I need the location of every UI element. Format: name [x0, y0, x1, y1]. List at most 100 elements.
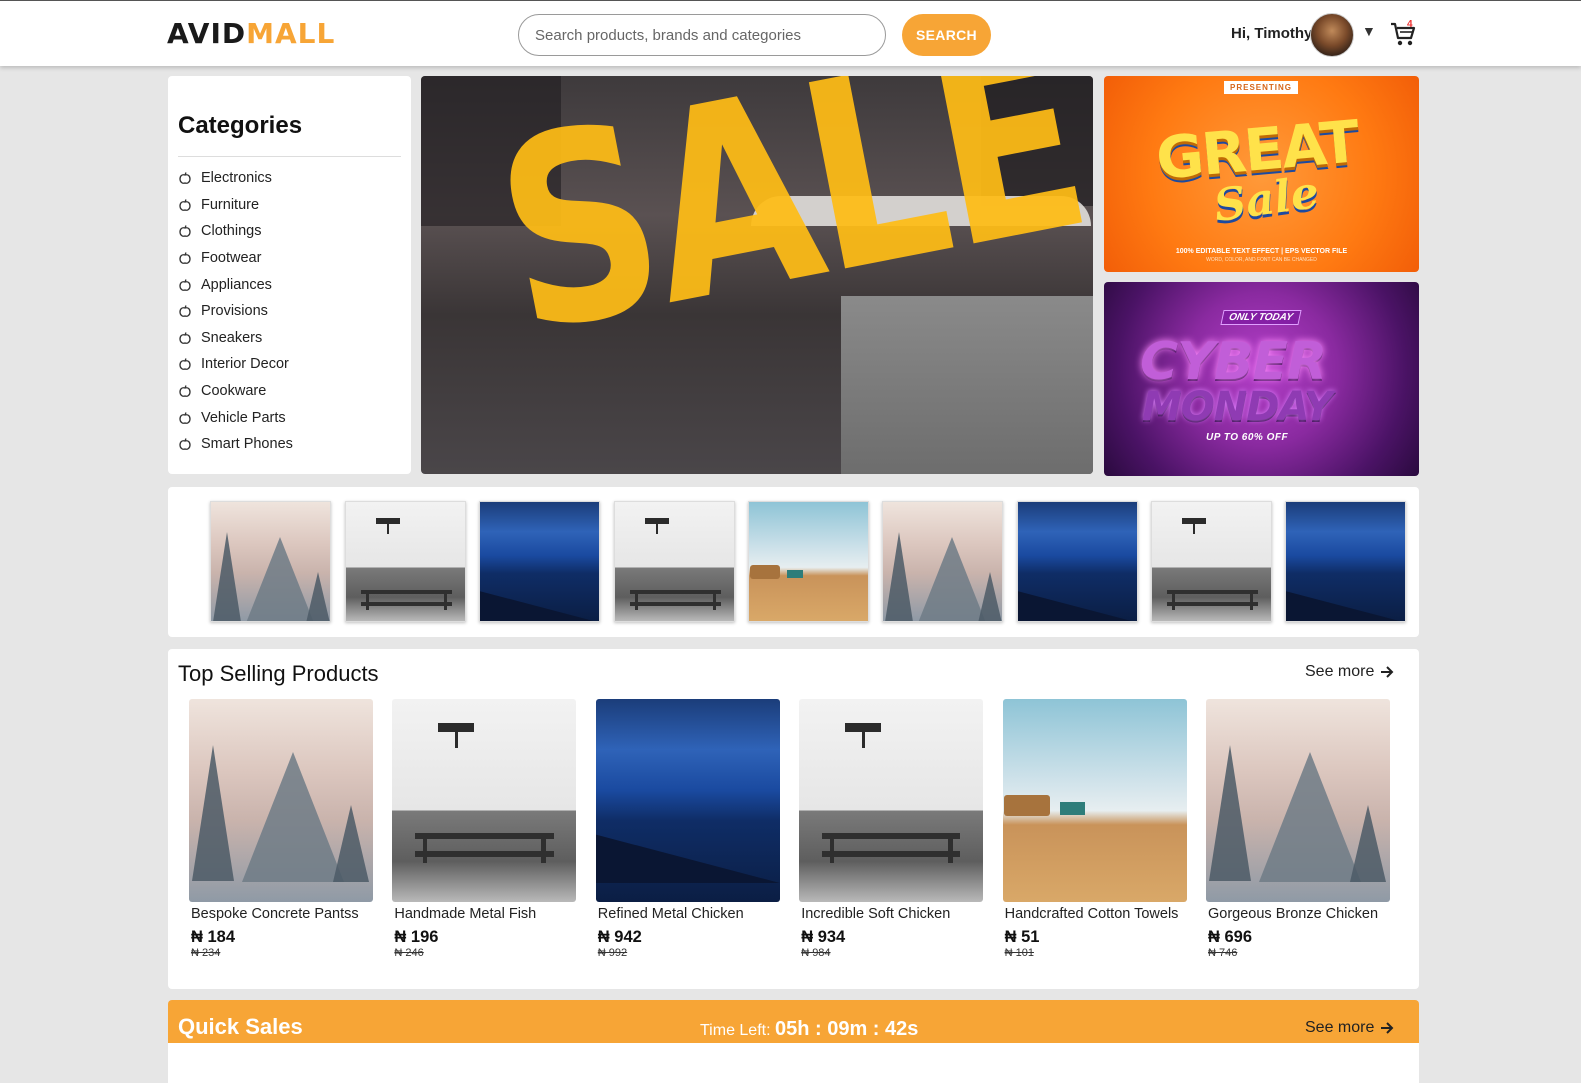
product-image[interactable] [1206, 699, 1390, 902]
category-label: Footwear [201, 250, 262, 267]
apple-icon [179, 225, 191, 238]
apple-icon [179, 172, 191, 185]
product-price: ₦ 696 [1208, 928, 1253, 946]
product-old-price: ₦ 992 [597, 947, 628, 959]
apple-icon [179, 305, 191, 318]
product-image[interactable] [392, 699, 577, 902]
category-label: Sneakers [201, 329, 263, 346]
countdown: Time Left: 05h : 09m : 42s [700, 1018, 918, 1041]
banner-headline: CYBER [1140, 332, 1327, 392]
product-card[interactable]: Refined Metal Chicken ₦ 942 ₦ 992 [595, 699, 780, 959]
category-item[interactable]: Electronics [178, 165, 293, 192]
product-image[interactable] [1002, 699, 1187, 902]
product-image[interactable] [595, 699, 780, 902]
category-label: Electronics [201, 170, 272, 187]
carousel-thumbnail[interactable] [1285, 501, 1406, 622]
user-greeting: Hi, Timothy [1231, 25, 1313, 42]
carousel-thumbnail[interactable] [748, 501, 869, 622]
product-image[interactable] [799, 699, 984, 902]
cyber-monday-banner[interactable]: ONLY TODAY CYBER MONDAY UP TO 60% OFF [1104, 282, 1419, 476]
apple-icon [179, 385, 191, 397]
apple-icon [179, 278, 191, 291]
category-label: Interior Decor [201, 356, 289, 373]
divider [178, 156, 401, 157]
categories-panel: Categories Electronics Furniture Clothings… [168, 76, 411, 474]
category-list: Electronics Furniture Clothings Footwear App… [178, 165, 293, 458]
carousel-thumbnail[interactable] [882, 501, 1003, 622]
great-sale-banner[interactable]: PRESENTING GREAT Sale 100% EDITABLE TEXT… [1104, 76, 1419, 272]
product-card[interactable]: Bespoke Concrete Pantss ₦ 184 ₦ 234 [189, 699, 373, 959]
category-item[interactable]: Provisions [178, 298, 293, 325]
category-item[interactable]: Footwear [178, 245, 293, 272]
category-item[interactable]: Interior Decor [178, 351, 293, 378]
product-name[interactable]: Refined Metal Chicken [596, 906, 780, 922]
carousel-thumbnail[interactable] [345, 501, 466, 622]
apple-icon [179, 332, 191, 344]
product-price: ₦ 942 [597, 928, 642, 946]
quick-sales-content [168, 1043, 1419, 1083]
product-name[interactable]: Incredible Soft Chicken [799, 906, 983, 922]
logo[interactable]: AVIDMALL [167, 17, 335, 50]
avatar[interactable] [1310, 13, 1354, 57]
category-label: Clothings [201, 223, 262, 240]
section-title: Top Selling Products [178, 661, 379, 686]
apple-icon [179, 438, 191, 451]
category-item[interactable]: Clothings [178, 218, 293, 245]
see-more-label: See more [1305, 663, 1375, 680]
product-old-price: ₦ 101 [1004, 947, 1034, 959]
apple-icon [179, 199, 191, 211]
category-item[interactable]: Cookware [178, 378, 293, 405]
thumbnail-carousel [168, 487, 1419, 637]
banner-tag: PRESENTING [1224, 81, 1299, 94]
category-item[interactable]: Smart Phones [178, 431, 293, 458]
carousel-thumbnail[interactable] [210, 501, 331, 622]
arrow-right-icon [1381, 666, 1394, 678]
countdown-label: Time Left: [700, 1022, 775, 1039]
carousel-thumbnail[interactable] [479, 501, 600, 622]
category-item[interactable]: Vehicle Parts [178, 404, 293, 431]
chevron-down-icon[interactable]: ▼ [1362, 23, 1376, 39]
apple-icon [179, 411, 191, 424]
product-old-price: ₦ 984 [801, 947, 831, 959]
search-input[interactable] [518, 14, 886, 56]
product-card[interactable]: Gorgeous Bronze Chicken ₦ 696 ₦ 746 [1206, 699, 1390, 959]
product-image[interactable] [189, 699, 373, 902]
category-item[interactable]: Furniture [178, 192, 293, 219]
product-name[interactable]: Gorgeous Bronze Chicken [1206, 906, 1390, 922]
quick-sales-bar: Quick Sales Time Left: 05h : 09m : 42s S… [168, 1000, 1419, 1043]
countdown-value: 05h : 09m : 42s [774, 1018, 919, 1040]
carousel-thumbnail[interactable] [614, 501, 735, 622]
banner-offer: UP TO 60% OFF [1206, 432, 1289, 443]
product-price: ₦ 934 [801, 928, 846, 946]
banner-tag: ONLY TODAY [1220, 310, 1302, 325]
product-old-price: ₦ 746 [1208, 947, 1238, 959]
category-label: Vehicle Parts [201, 409, 286, 426]
product-price: ₦ 51 [1004, 928, 1040, 946]
see-more-link[interactable]: See more [1305, 663, 1394, 681]
sale-hero-banner[interactable]: SALE [421, 76, 1093, 474]
logo-part-avid: AVID [167, 17, 247, 50]
arrow-right-icon [1381, 1022, 1394, 1034]
see-more-link[interactable]: See more [1305, 1019, 1394, 1037]
product-name[interactable]: Handmade Metal Fish [392, 906, 576, 922]
category-label: Furniture [201, 196, 260, 213]
category-item[interactable]: Sneakers [178, 325, 293, 352]
product-card[interactable]: Incredible Soft Chicken ₦ 934 ₦ 984 [799, 699, 984, 959]
category-label: Provisions [201, 303, 268, 320]
product-card[interactable]: Handcrafted Cotton Towels ₦ 51 ₦ 101 [1002, 699, 1187, 959]
categories-title: Categories [178, 112, 303, 139]
cart-badge: 4 [1407, 19, 1413, 30]
apple-icon [179, 358, 191, 371]
search-button[interactable]: SEARCH [902, 14, 991, 56]
top-selling-section: Top Selling Products See more Bespoke Co… [168, 649, 1419, 989]
banner-subheadline: MONDAY [1142, 384, 1333, 430]
product-name[interactable]: Handcrafted Cotton Towels [1003, 906, 1187, 922]
product-price: ₦ 184 [191, 928, 236, 946]
carousel-thumbnail[interactable] [1151, 501, 1272, 622]
product-price: ₦ 196 [394, 928, 439, 946]
product-name[interactable]: Bespoke Concrete Pantss [189, 906, 373, 922]
apple-icon [179, 252, 191, 264]
carousel-thumbnail[interactable] [1017, 501, 1138, 622]
product-card[interactable]: Handmade Metal Fish ₦ 196 ₦ 246 [392, 699, 577, 959]
category-item[interactable]: Appliances [178, 271, 293, 298]
